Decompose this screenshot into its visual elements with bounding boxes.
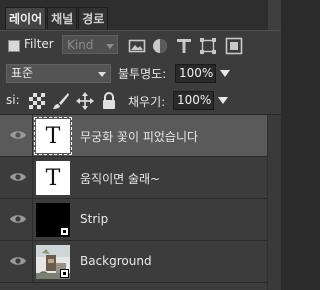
background-layer-thumbnail[interactable] xyxy=(36,245,70,279)
layers-list: T 무궁화 꽃이 피었습니다 T 움직이면 술래~ Strip Backgrou… xyxy=(0,115,281,290)
layer-name[interactable]: Strip xyxy=(80,212,108,226)
text-layer-thumbnail[interactable]: T xyxy=(34,117,72,155)
eye-icon[interactable] xyxy=(9,128,27,142)
tab-channels[interactable]: 채널 xyxy=(47,7,78,29)
divider xyxy=(32,241,33,283)
divider xyxy=(32,115,33,157)
circle-filter-icon[interactable] xyxy=(151,37,169,55)
chevron-down-icon xyxy=(98,72,106,77)
panel-edge xyxy=(268,0,281,30)
blend-mode-value: 표준 xyxy=(11,66,34,80)
filter-checkbox[interactable] xyxy=(8,40,20,52)
divider xyxy=(32,157,33,199)
tab-layers[interactable]: 레이어 xyxy=(5,7,47,29)
opacity-dropdown-arrow[interactable] xyxy=(220,70,230,77)
scrollbar-track[interactable] xyxy=(267,115,281,290)
blend-row: 표준 불투명도: 100% xyxy=(0,61,281,86)
filter-label: Filter xyxy=(24,37,54,51)
layer-name[interactable]: 움직이면 술래~ xyxy=(80,170,160,187)
lock-icon[interactable] xyxy=(100,92,118,110)
smart-object-badge-icon xyxy=(60,269,69,278)
smart-object-badge-icon xyxy=(60,227,69,236)
opacity-label: 불투명도: xyxy=(118,67,167,81)
layer-name[interactable]: Background xyxy=(80,254,152,268)
panel-tab-bar: 레이어 채널 경로 xyxy=(0,0,281,30)
divider xyxy=(32,199,33,241)
fill-input[interactable]: 100% xyxy=(173,91,214,110)
filter-row: Filter Kind xyxy=(0,30,281,61)
eye-icon[interactable] xyxy=(9,254,27,268)
chevron-down-icon xyxy=(106,44,114,49)
layer-row[interactable]: T 움직이면 술래~ xyxy=(0,157,268,199)
tab-paths[interactable]: 경로 xyxy=(78,7,109,29)
move-icon[interactable] xyxy=(76,92,94,110)
blend-mode-select[interactable]: 표준 xyxy=(6,64,111,83)
brush-icon[interactable] xyxy=(52,92,70,110)
shape-filter-icon[interactable] xyxy=(199,37,217,55)
text-layer-thumbnail[interactable]: T xyxy=(36,161,70,195)
eye-icon[interactable] xyxy=(9,212,27,226)
layer-thumbnail[interactable] xyxy=(36,203,70,237)
image-filter-icon[interactable] xyxy=(128,37,146,55)
opacity-input[interactable]: 100% xyxy=(175,64,216,83)
lock-row: si: 채우기: 100% xyxy=(0,86,281,115)
layer-row[interactable]: Background xyxy=(0,241,268,283)
panel-tabs: 레이어 채널 경로 xyxy=(5,7,109,30)
layer-row[interactable]: Strip xyxy=(0,199,268,241)
smart-object-filter-icon[interactable] xyxy=(225,37,243,55)
lock-label: si: xyxy=(6,93,20,107)
fill-dropdown-arrow[interactable] xyxy=(218,97,228,104)
filter-kind-value: Kind xyxy=(67,38,94,52)
layer-row[interactable]: T 무궁화 꽃이 피었습니다 xyxy=(0,115,268,157)
fill-label: 채우기: xyxy=(128,95,166,109)
eye-icon[interactable] xyxy=(9,170,27,184)
type-filter-icon[interactable] xyxy=(175,37,193,55)
lock-transparent-pixels-icon[interactable] xyxy=(28,92,46,110)
filter-kind-select[interactable]: Kind xyxy=(62,35,118,54)
layer-name[interactable]: 무궁화 꽃이 피었습니다 xyxy=(80,128,198,145)
